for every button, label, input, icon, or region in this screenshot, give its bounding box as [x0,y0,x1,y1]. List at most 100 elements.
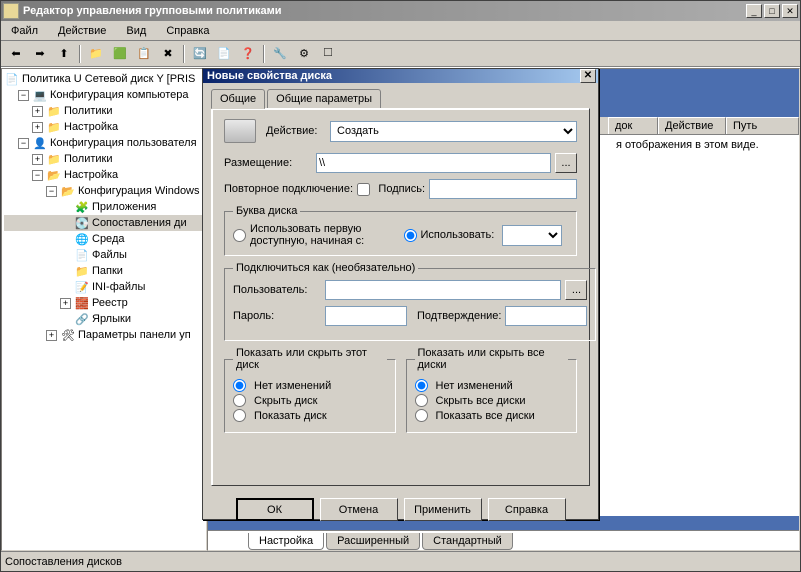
tree-user-policies[interactable]: +📁Политики [4,151,204,167]
dialog-tabstrip: Общие Общие параметры [211,89,590,108]
menu-view[interactable]: Вид [120,23,152,39]
up-button[interactable]: ⬆ [53,43,75,65]
show-hide-all-legend: Показать или скрыть все диски [415,347,569,371]
location-label: Размещение: [224,157,312,169]
radio-use-label: Использовать: [421,229,495,241]
drive-letter-select[interactable] [502,225,562,246]
tree-win-cfg[interactable]: −📂Конфигурация Windows [4,183,204,199]
password-label: Пароль: [233,310,321,322]
menu-file[interactable]: Файл [5,23,44,39]
tree-registry[interactable]: +🧱Реестр [4,295,204,311]
radio-all-show[interactable] [415,409,428,422]
properties-button[interactable]: 📄 [213,43,235,65]
empty-message: я отображения в этом виде. [616,139,791,151]
tree-apps[interactable]: 🧩Приложения [4,199,204,215]
titlebar: Редактор управления групповыми политикам… [1,1,800,21]
action-label: Действие: [266,125,326,137]
btab-extended[interactable]: Расширенный [326,533,420,550]
tree-drive-maps[interactable]: 💽Сопоставления ди [4,215,204,231]
minimize-button[interactable]: _ [746,4,762,18]
radio-use[interactable] [404,229,417,242]
refresh-button[interactable]: 🔄 [189,43,211,65]
tree-comp-cfg[interactable]: −💻Конфигурация компьютера [4,87,204,103]
connect-as-group: Подключиться как (необязательно) Пользов… [224,262,596,341]
close-button[interactable]: ✕ [782,4,798,18]
cancel-button[interactable]: Отмена [320,498,398,521]
browse-button[interactable]: ... [555,153,577,173]
tab-common[interactable]: Общие параметры [267,89,381,108]
app-icon [3,3,19,19]
delete-button[interactable]: ✖ [157,43,179,65]
drive-icon [224,119,256,143]
status-text: Сопоставления дисков [5,556,122,568]
extra2-button[interactable]: ⚙ [293,43,315,65]
btab-settings[interactable]: Настройка [248,533,324,550]
paste-button[interactable]: 📋 [133,43,155,65]
reconnect-label: Повторное подключение: [224,183,353,195]
radio-this-show[interactable] [233,409,246,422]
help-button[interactable]: Справка [488,498,566,521]
tab-page-general: Действие: Создать Размещение: ... Повтор… [211,108,590,486]
show-hide-this-legend: Показать или скрыть этот диск [233,347,387,371]
extra1-button[interactable]: 🔧 [269,43,291,65]
radio-all-hide[interactable] [415,394,428,407]
tree-panel-params[interactable]: +🛠Параметры панели уп [4,327,204,343]
statusbar: Сопоставления дисков [1,551,800,571]
tree-comp-settings[interactable]: +📁Настройка [4,119,204,135]
maximize-button[interactable]: □ [764,4,780,18]
drive-letter-legend: Буква диска [233,205,300,217]
menu-action[interactable]: Действие [52,23,112,39]
help-icon[interactable]: ❓ [237,43,259,65]
show-hide-all-group: Показать или скрыть все диски Нет измене… [406,347,578,433]
radio-first-available-label: Использовать первую доступную, начиная с… [250,223,398,247]
tree-ini[interactable]: 📝INI-файлы [4,279,204,295]
tree-user-settings[interactable]: −📂Настройка [4,167,204,183]
tree-user-cfg[interactable]: −👤Конфигурация пользователя [4,135,204,151]
tree-env[interactable]: 🌐Среда [4,231,204,247]
radio-first-available[interactable] [233,229,246,242]
connect-as-legend: Подключиться как (необязательно) [233,262,418,274]
password-input[interactable] [325,306,407,326]
extra3-button[interactable]: 🞎 [317,43,339,65]
tree-root[interactable]: 📄Политика U Сетевой диск Y [PRIS [4,71,204,87]
confirm-input[interactable] [505,306,587,326]
copy-button[interactable]: 🟩 [109,43,131,65]
bottom-tabs: Настройка Расширенный Стандартный [208,530,799,550]
toolbar: ⬅ ➡ ⬆ 📁 🟩 📋 ✖ 🔄 📄 ❓ 🔧 ⚙ 🞎 [1,41,800,67]
cut-button[interactable]: 📁 [85,43,107,65]
dialog-close-button[interactable]: ✕ [580,69,596,83]
btab-standard[interactable]: Стандартный [422,533,513,550]
ok-button[interactable]: ОК [236,498,314,521]
user-label: Пользователь: [233,284,321,296]
dialog-titlebar: Новые свойства диска ✕ [203,69,598,83]
radio-this-nochange[interactable] [233,379,246,392]
confirm-label: Подтверждение: [417,310,501,322]
dialog-title: Новые свойства диска [205,70,580,82]
label-label: Подпись: [378,183,425,195]
apply-button[interactable]: Применить [404,498,482,521]
drive-letter-group: Буква диска Использовать первую доступну… [224,205,577,256]
tree-comp-policies[interactable]: +📁Политики [4,103,204,119]
reconnect-checkbox[interactable] [357,183,370,196]
tree-panel[interactable]: 📄Политика U Сетевой диск Y [PRIS −💻Конфи… [1,68,207,551]
forward-button[interactable]: ➡ [29,43,51,65]
action-select[interactable]: Создать [330,121,577,142]
back-button[interactable]: ⬅ [5,43,27,65]
tree-files[interactable]: 📄Файлы [4,247,204,263]
dialog-buttons: ОК Отмена Применить Справка [203,492,598,527]
tree-shortcuts[interactable]: 🔗Ярлыки [4,311,204,327]
location-input[interactable] [316,153,551,173]
col-order[interactable]: док [608,117,658,134]
show-hide-this-group: Показать или скрыть этот диск Нет измене… [224,347,396,433]
window-title: Редактор управления групповыми политикам… [23,5,746,17]
label-input[interactable] [429,179,577,199]
menu-help[interactable]: Справка [160,23,215,39]
user-input[interactable] [325,280,561,300]
radio-this-hide[interactable] [233,394,246,407]
tab-general[interactable]: Общие [211,89,265,109]
col-path[interactable]: Путь [726,117,799,134]
radio-all-nochange[interactable] [415,379,428,392]
col-action[interactable]: Действие [658,117,726,134]
tree-folders[interactable]: 📁Папки [4,263,204,279]
user-browse-button[interactable]: ... [565,280,587,300]
